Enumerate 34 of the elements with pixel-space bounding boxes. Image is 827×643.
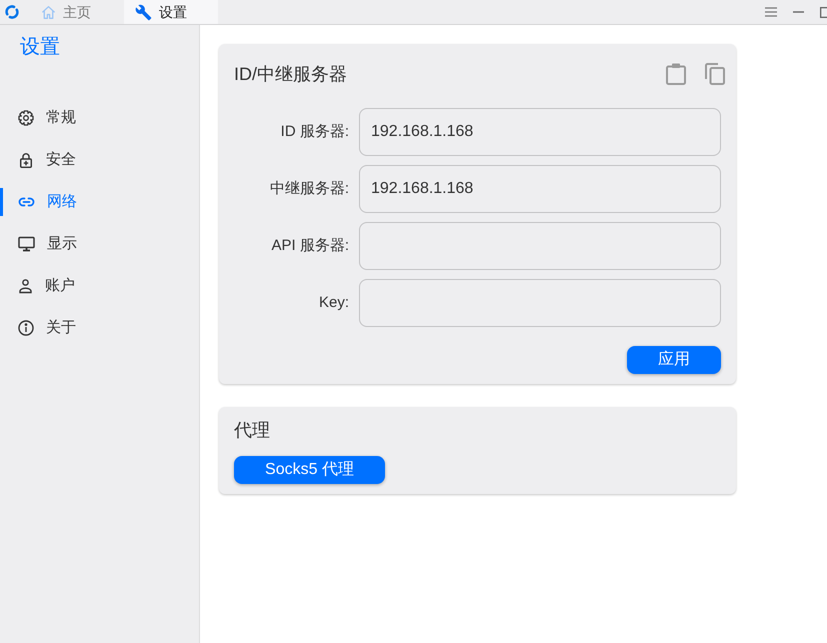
sidebar-item[interactable]: 常规	[0, 104, 199, 132]
copy-icon[interactable]	[705, 63, 725, 85]
input-field[interactable]: 192.168.1.168	[359, 165, 721, 213]
field-label: Key:	[318, 292, 349, 313]
menu-icon[interactable]	[765, 7, 777, 17]
monitor-icon	[18, 236, 35, 252]
field-label: ID 服务器:	[280, 122, 349, 142]
gear-icon	[18, 110, 34, 126]
sidebar-item[interactable]: 网络	[0, 188, 199, 216]
sidebar-item[interactable]: 关于	[0, 314, 199, 342]
card-title: ID/中继服务器	[234, 62, 348, 86]
wrench-icon	[135, 4, 152, 20]
apply-button[interactable]: 应用	[627, 346, 721, 374]
input-field[interactable]: 192.168.1.168	[359, 108, 721, 156]
field-label: 中继服务器:	[268, 178, 349, 199]
minimize-icon[interactable]	[793, 11, 804, 13]
socks5-proxy-button[interactable]: Socks5 代理	[234, 456, 385, 484]
sidebar-item[interactable]: 安全	[0, 146, 199, 174]
tab[interactable]: 主页	[30, 0, 124, 24]
sidebar-item[interactable]: 显示	[0, 230, 199, 258]
tab[interactable]: 设置	[124, 0, 218, 24]
clipboard-icon[interactable]	[666, 63, 686, 85]
lock-icon	[18, 152, 34, 168]
input-field[interactable]	[359, 222, 721, 270]
card-title: 代理	[234, 419, 271, 442]
person-icon	[18, 278, 33, 294]
input-field[interactable]	[359, 279, 721, 327]
maximize-icon[interactable]	[820, 6, 827, 18]
house-icon	[41, 4, 56, 20]
sidebar-item[interactable]: 账户	[0, 272, 199, 300]
sidebar-title: 设置	[19, 35, 61, 60]
info-icon	[18, 320, 34, 336]
app-logo-icon	[4, 4, 20, 20]
field-label: API 服务器:	[270, 236, 349, 256]
